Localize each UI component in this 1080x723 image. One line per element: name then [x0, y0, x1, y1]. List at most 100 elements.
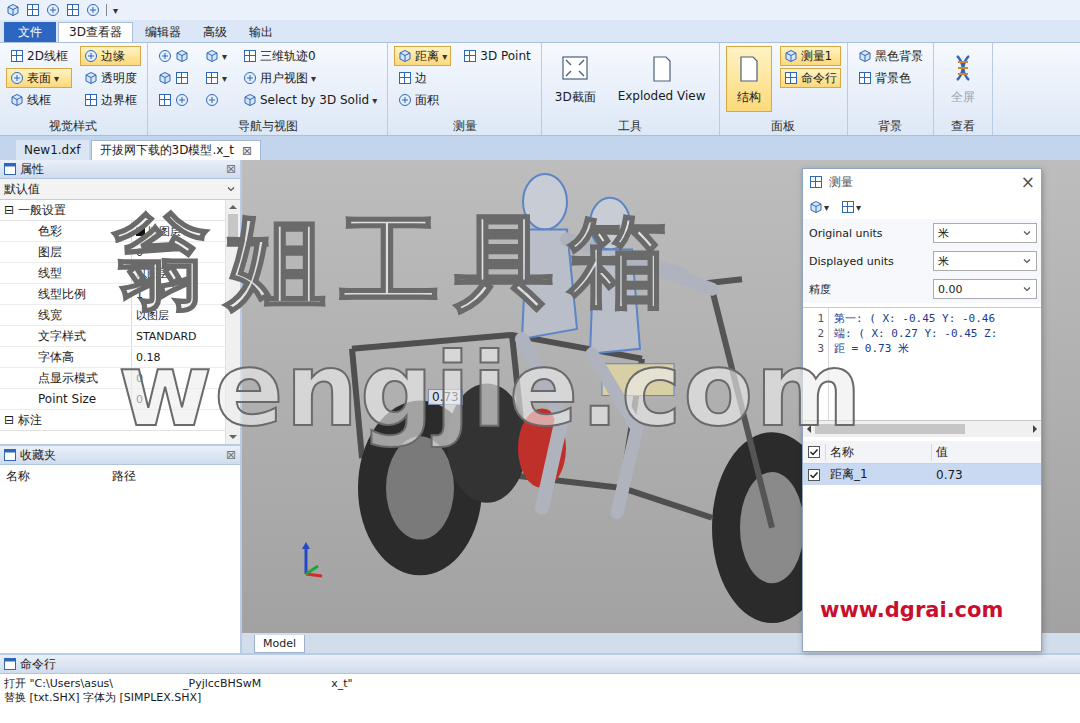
field-select[interactable]: 米 — [933, 223, 1037, 243]
properties-panel: 属性⊠默认值⊟一般设置色彩以图层图层0线型以图层线型比例1线宽以图层文字样式ST… — [0, 160, 240, 446]
command-line: 替换 [txt.SHX] 字体为 [SIMPLEX.SHX] — [4, 691, 1076, 705]
ribbon-group-label: 背景 — [854, 118, 927, 135]
ribbon-button[interactable] — [201, 90, 231, 110]
document-tab[interactable]: New1.dxf — [16, 140, 89, 160]
quick-access-menu[interactable]: ▾ — [113, 5, 118, 16]
ribbon-large-button[interactable]: 3D截面 — [548, 46, 603, 112]
ribbon-button[interactable]: 距离▾ — [394, 46, 451, 66]
property-row[interactable]: 线型以图层 — [0, 263, 225, 284]
tool-icon — [158, 71, 172, 85]
tool-icon — [158, 93, 172, 107]
ribbon-button[interactable]: 背景色 — [854, 68, 927, 88]
viewport: 0.73Model测量×▾▾Original units米Displayed u… — [242, 160, 1080, 653]
log-line: 距 = 0.73 米 — [834, 341, 1041, 356]
command-line-panel: 命令行打开 "C:\Users\asus\_PyjlccBHSwMx_t"替换 … — [0, 653, 1080, 723]
ribbon-button[interactable]: Select by 3D Solid▾ — [239, 90, 381, 110]
ribbon-large-button[interactable]: 结构 — [726, 46, 772, 112]
ribbon-button[interactable]: 2D线框 — [6, 46, 72, 66]
panel-close-button[interactable]: ⊠ — [226, 448, 236, 462]
panel-close-button[interactable]: ⊠ — [226, 162, 236, 176]
color-swatch — [136, 227, 145, 236]
tab-close-button[interactable]: ⊠ — [242, 144, 252, 158]
ribbon-large-button[interactable]: Exploded View — [611, 46, 713, 112]
property-row[interactable]: 线宽以图层 — [0, 305, 225, 326]
ribbon-button[interactable]: ▾ — [201, 68, 231, 88]
column-header[interactable]: 路径 — [112, 468, 240, 485]
menu-tab[interactable]: 文件 — [4, 22, 56, 42]
ribbon-button[interactable]: 边界框 — [80, 90, 141, 110]
property-row[interactable]: 文字样式STANDARD — [0, 326, 225, 347]
chevron-down-icon — [1022, 256, 1032, 266]
ribbon-button[interactable]: ▾ — [201, 46, 231, 66]
document-tab[interactable]: 开拔网下载的3D模型.x_t⊠ — [91, 140, 262, 160]
measure-title-bar[interactable]: 测量× — [803, 169, 1041, 195]
select-all-checkbox[interactable] — [808, 446, 820, 458]
open-button[interactable]: ▾ — [809, 200, 829, 214]
ribbon-column: 三维轨迹0用户视图▾Select by 3D Solid▾ — [239, 46, 381, 118]
layout-tab[interactable]: Model — [254, 635, 305, 653]
tool-icon — [205, 49, 219, 63]
ribbon-icon-pair[interactable] — [154, 90, 193, 110]
ribbon-large-button[interactable]: 全屏 — [940, 46, 986, 112]
property-section[interactable]: ⊟一般设置 — [0, 200, 225, 221]
table-row[interactable]: 距离_10.73 — [803, 464, 1041, 485]
ribbon-group: 黑色背景背景色背景 — [848, 43, 934, 135]
dropdown-arrow: ▾ — [222, 73, 227, 84]
ribbon-button-label: 全屏 — [951, 89, 975, 106]
close-button[interactable]: × — [1021, 172, 1035, 192]
menu-tab[interactable]: 输出 — [239, 22, 283, 42]
row-checkbox[interactable] — [808, 469, 820, 481]
ribbon-button[interactable]: 面积 — [394, 90, 451, 110]
property-row[interactable]: 字体高0.18 — [0, 347, 225, 368]
scrollbar[interactable] — [225, 200, 240, 444]
field-select[interactable]: 0.00 — [933, 279, 1037, 299]
line-number: 3 — [803, 341, 824, 356]
column-header[interactable]: 值 — [931, 444, 1041, 461]
ribbon-button[interactable]: 边缘 — [80, 46, 141, 66]
ribbon-button-label: 背景色 — [875, 70, 911, 87]
property-row[interactable]: 线型比例1 — [0, 284, 225, 305]
ribbon-button[interactable]: 边 — [394, 68, 451, 88]
section-toggle[interactable]: ⊟ — [4, 203, 14, 217]
ribbon-button[interactable]: 透明度 — [80, 68, 141, 88]
ribbon-group-label: 面板 — [726, 118, 841, 135]
ribbon-button[interactable]: 黑色背景 — [854, 46, 927, 66]
property-row[interactable]: 色彩以图层 — [0, 221, 225, 242]
save-button[interactable]: ▾ — [841, 200, 861, 214]
ribbon-button[interactable]: 3D Point — [459, 46, 534, 66]
ribbon-button[interactable]: 命令行 — [780, 68, 841, 88]
menu-tab[interactable]: 高级 — [193, 22, 237, 42]
ribbon-button-label: 表面 — [27, 70, 51, 87]
menu-tab[interactable]: 3D查看器 — [58, 22, 133, 42]
ribbon-button-label: 结构 — [737, 89, 761, 106]
property-row[interactable]: Point Size0 — [0, 389, 225, 410]
ribbon-column: 全屏 — [940, 46, 986, 118]
ribbon-button[interactable]: 表面▾ — [6, 68, 72, 88]
ribbon-button[interactable]: 测量1 — [780, 46, 841, 66]
field-select[interactable]: 米 — [933, 251, 1037, 271]
property-row[interactable]: 图层0 — [0, 242, 225, 263]
measure-log[interactable]: 123第一: ( X: -0.45 Y: -0.46端: ( X: 0.27 Y… — [803, 307, 1041, 421]
column-header[interactable]: 名称 — [6, 468, 112, 485]
ribbon-icon-pair[interactable] — [154, 68, 193, 88]
column-header[interactable]: 名称 — [825, 444, 931, 461]
ribbon-icon-pair[interactable] — [154, 46, 193, 66]
line-number: 2 — [803, 326, 824, 341]
ribbon-button[interactable]: 三维轨迹0 — [239, 46, 381, 66]
chevron-down-icon — [1022, 228, 1032, 238]
ribbon-column: 边缘透明度边界框 — [80, 46, 141, 118]
section-toggle[interactable]: ⊟ — [4, 413, 14, 427]
ribbon-button[interactable]: 线框 — [6, 90, 72, 110]
tool-icon — [858, 49, 872, 63]
property-section[interactable]: ⊟标注 — [0, 410, 225, 431]
measure-panel: 测量×▾▾Original units米Displayed units米精度0.… — [802, 168, 1042, 652]
dropdown-arrow: ▾ — [372, 95, 377, 106]
preset-select[interactable]: 默认值 — [0, 179, 240, 200]
dropdown-arrow: ▾ — [442, 51, 447, 62]
scrollbar[interactable] — [803, 421, 1041, 437]
ribbon-button[interactable]: 用户视图▾ — [239, 68, 381, 88]
menu-tab[interactable]: 编辑器 — [135, 22, 191, 42]
ribbon-button-label: 边 — [415, 70, 427, 87]
ribbon-column: 测量1命令行 — [780, 46, 841, 118]
property-row[interactable]: 点显示模式0 — [0, 368, 225, 389]
